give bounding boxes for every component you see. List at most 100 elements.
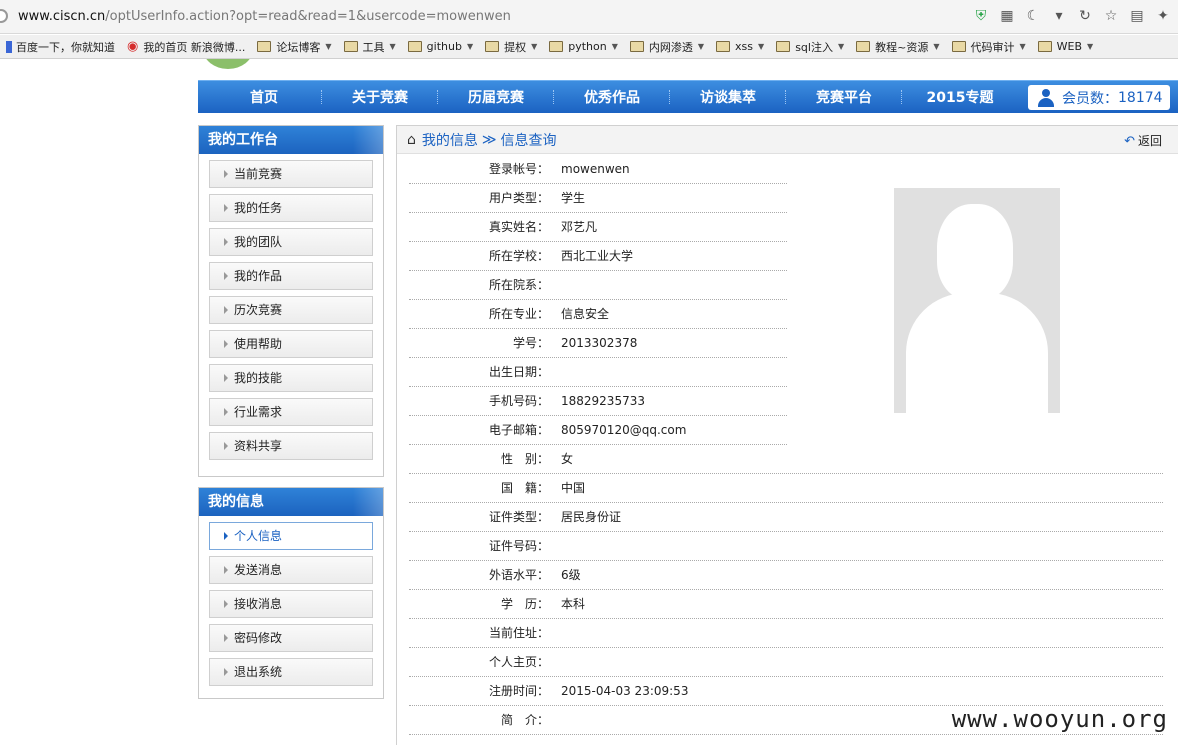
home-icon[interactable]: ⌂ bbox=[407, 132, 416, 148]
bookmark-label: 提权 bbox=[504, 40, 527, 54]
bookmark-folder[interactable]: 提权 ▼ bbox=[479, 37, 543, 57]
triangle-right-icon bbox=[224, 668, 228, 676]
user-icon bbox=[1038, 88, 1054, 107]
folder-icon bbox=[716, 41, 731, 52]
triangle-right-icon bbox=[224, 170, 228, 178]
sidebar-item[interactable]: 历次竞赛 bbox=[209, 296, 373, 324]
reader-icon[interactable]: ▤ bbox=[1128, 7, 1146, 25]
bookmark-label: 内网渗透 bbox=[648, 40, 693, 54]
folder-icon bbox=[257, 41, 272, 52]
member-count-value: 18174 bbox=[1118, 89, 1163, 106]
nav-item[interactable]: 竞赛平台 bbox=[786, 87, 902, 107]
bookmark-folder[interactable]: sql注入 ▼ bbox=[770, 37, 850, 57]
nav-item[interactable]: 访谈集萃 bbox=[670, 87, 786, 107]
triangle-right-icon bbox=[224, 532, 228, 540]
profile-row: 用户类型： 学生 bbox=[409, 184, 787, 213]
extension-icon[interactable]: ✦ bbox=[1154, 7, 1172, 25]
bookmark-folder[interactable]: 工具 ▼ bbox=[338, 37, 402, 57]
sidebar-item[interactable]: 我的团队 bbox=[209, 228, 373, 256]
nav-item[interactable]: 历届竞赛 bbox=[438, 87, 554, 107]
field-value: 邓艺凡 bbox=[561, 220, 598, 234]
sidebar-item[interactable]: 我的技能 bbox=[209, 364, 373, 392]
profile-row: 证件类型： 居民身份证 bbox=[409, 503, 1163, 532]
field-label: 当前住址： bbox=[488, 626, 549, 640]
folder-icon bbox=[951, 41, 966, 52]
field-value: 学生 bbox=[561, 191, 586, 205]
sidebar-item[interactable]: 个人信息 bbox=[209, 522, 373, 550]
bookmark-folder[interactable]: python ▼ bbox=[543, 37, 624, 57]
sidebar-item-label: 退出系统 bbox=[234, 665, 283, 679]
bookmark-folder[interactable]: 论坛博客 ▼ bbox=[251, 37, 337, 57]
breadcrumb-myinfo[interactable]: 我的信息 bbox=[422, 130, 478, 150]
field-label: 所在院系： bbox=[488, 278, 549, 292]
triangle-right-icon bbox=[224, 600, 228, 608]
field-label: 注册时间： bbox=[488, 684, 549, 698]
bookmark-folder[interactable]: 内网渗透 ▼ bbox=[624, 37, 710, 57]
profile-row: 真实姓名： 邓艺凡 bbox=[409, 213, 787, 242]
profile-row: 电子邮箱： 805970120@qq.com bbox=[409, 416, 787, 445]
back-button[interactable]: ↶ 返回 bbox=[1124, 132, 1162, 149]
sidebar-item-label: 当前竞赛 bbox=[234, 167, 283, 181]
reload-icon[interactable]: ↻ bbox=[1076, 7, 1094, 25]
sidebar-item[interactable]: 发送消息 bbox=[209, 556, 373, 584]
back-label: 返回 bbox=[1137, 134, 1162, 148]
field-label: 外语水平： bbox=[488, 568, 549, 582]
member-count-label: 会员数： bbox=[1062, 90, 1118, 107]
triangle-right-icon bbox=[224, 374, 228, 382]
bookmark-link[interactable]: 百度一下，你就知道 bbox=[0, 37, 121, 57]
bookmark-label: WEB bbox=[1056, 40, 1083, 53]
url-text[interactable]: www.ciscn.cn/optUserInfo.action?opt=read… bbox=[18, 9, 511, 24]
nav-item[interactable]: 首页 bbox=[206, 87, 322, 107]
browser-address-bar[interactable]: www.ciscn.cn/optUserInfo.action?opt=read… bbox=[0, 0, 1178, 34]
sidebar-item[interactable]: 我的任务 bbox=[209, 194, 373, 222]
myinfo-panel: 我的信息 个人信息 发送消息 接收消息 密码修改 退出系统 bbox=[198, 487, 384, 699]
sidebar-item[interactable]: 资料共享 bbox=[209, 432, 373, 460]
chevron-down-icon: ▼ bbox=[697, 42, 705, 51]
triangle-right-icon bbox=[224, 340, 228, 348]
sidebar-item[interactable]: 我的作品 bbox=[209, 262, 373, 290]
profile-row: 所在学校： 西北工业大学 bbox=[409, 242, 787, 271]
bookmark-label: 我的首页 新浪微博... bbox=[143, 40, 246, 54]
folder-icon bbox=[407, 41, 422, 52]
nav-item[interactable]: 关于竞赛 bbox=[322, 87, 438, 107]
bookmark-link[interactable]: ◉ 我的首页 新浪微博... bbox=[121, 37, 251, 57]
profile-row: 出生日期： bbox=[409, 358, 787, 387]
moon-icon[interactable]: ☾ bbox=[1024, 7, 1042, 25]
sidebar-item-label: 个人信息 bbox=[234, 529, 283, 543]
field-value: 西北工业大学 bbox=[561, 249, 634, 263]
sidebar-item-label: 行业需求 bbox=[234, 405, 283, 419]
nav-item[interactable]: 2015专题 bbox=[902, 87, 1018, 107]
main-nav: 首页 关于竞赛 历届竞赛 优秀作品 访谈集萃 竞赛平台 2015专题 会员数： 18174 bbox=[198, 80, 1178, 113]
star-icon[interactable]: ☆ bbox=[1102, 7, 1120, 25]
nav-items: 首页 关于竞赛 历届竞赛 优秀作品 访谈集萃 竞赛平台 2015专题 bbox=[206, 87, 1018, 107]
sidebar-item[interactable]: 密码修改 bbox=[209, 624, 373, 652]
dropdown-triangle-icon[interactable]: ▾ bbox=[1050, 7, 1068, 25]
field-label: 用户类型： bbox=[488, 191, 549, 205]
bookmark-folder[interactable]: 教程~资源 ▼ bbox=[850, 37, 945, 57]
member-count-box: 会员数： 18174 bbox=[1028, 85, 1170, 110]
bookmark-folder[interactable]: xss ▼ bbox=[710, 37, 770, 57]
shield-icon[interactable]: ⛨ bbox=[972, 7, 990, 25]
profile-row: 国 籍： 中国 bbox=[409, 474, 1163, 503]
bookmark-folder[interactable]: github ▼ bbox=[402, 37, 479, 57]
sidebar-item[interactable]: 接收消息 bbox=[209, 590, 373, 618]
chevron-down-icon: ▼ bbox=[1087, 42, 1094, 51]
bookmark-folder[interactable]: WEB ▼ bbox=[1032, 37, 1100, 57]
avatar-head-silhouette bbox=[937, 204, 1013, 300]
folder-icon bbox=[343, 41, 358, 52]
sidebar-item-label: 我的团队 bbox=[234, 235, 283, 249]
bookmark-label: xss bbox=[735, 40, 754, 53]
sidebar-item[interactable]: 行业需求 bbox=[209, 398, 373, 426]
sidebar-item[interactable]: 退出系统 bbox=[209, 658, 373, 686]
myinfo-menu: 个人信息发送消息接收消息密码修改退出系统 bbox=[199, 522, 383, 686]
sidebar-item[interactable]: 使用帮助 bbox=[209, 330, 373, 358]
breadcrumb-current: 信息查询 bbox=[500, 132, 557, 149]
qr-code-icon[interactable]: ▦ bbox=[998, 7, 1016, 25]
site-banner bbox=[198, 59, 1178, 79]
bookmark-folder[interactable]: 代码审计 ▼ bbox=[946, 37, 1032, 57]
site-info-icon[interactable] bbox=[0, 9, 8, 23]
main-content: ⌂ 我的信息 ≫ 信息查询 ↶ 返回 登录帐号： mowenwen 用户类型： 学生 真实… bbox=[396, 125, 1178, 745]
folder-icon bbox=[776, 41, 791, 52]
nav-item[interactable]: 优秀作品 bbox=[554, 87, 670, 107]
sidebar-item[interactable]: 当前竞赛 bbox=[209, 160, 373, 188]
